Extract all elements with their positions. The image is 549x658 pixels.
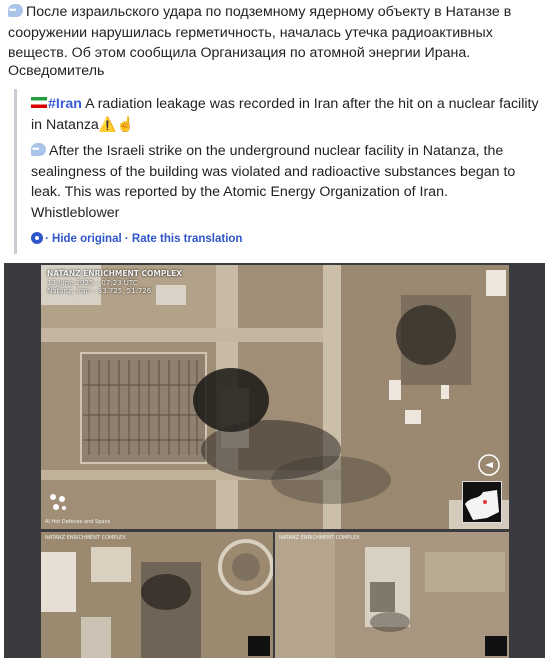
speech-bubble-icon xyxy=(8,0,23,21)
image-caption: NATANZ ENRICHMENT COMPLEX 13 June 2025 –… xyxy=(47,269,183,296)
attached-photo[interactable]: NATANZ ENRICHMENT COMPLEX 13 June 2025 –… xyxy=(4,263,545,658)
publisher-logo-text: AI Hot Defense and Space xyxy=(45,519,111,525)
satellite-sub-image-right: NATANZ ENRICHMENT COMPLEX xyxy=(275,532,509,658)
iran-flag-icon xyxy=(31,97,47,108)
satellite-scene xyxy=(41,265,509,529)
warning-emoji-icon: ⚠️☝️ xyxy=(98,116,135,133)
satellite-sub-scene-left xyxy=(41,532,273,658)
translation-block: #Iran A radiation leakage was recorded i… xyxy=(14,89,544,254)
speech-bubble-icon xyxy=(31,139,46,160)
image-date: 13 June 2025 – 07:23 UTC xyxy=(47,278,138,287)
satellite-sub-scene-right xyxy=(275,532,509,658)
image-title: NATANZ ENRICHMENT COMPLEX xyxy=(47,269,183,278)
link-separator: · xyxy=(121,233,132,245)
sub-right-caption: NATANZ ENRICHMENT COMPLEX xyxy=(279,535,360,541)
post: После израильского удара по подземному я… xyxy=(0,0,549,658)
hide-original-link[interactable]: · Hide original xyxy=(45,233,122,245)
satellite-main-image: NATANZ ENRICHMENT COMPLEX 13 June 2025 –… xyxy=(41,265,509,529)
publisher-logo-icon xyxy=(50,494,66,510)
translation-actions: · Hide original · Rate this translation xyxy=(31,232,242,245)
original-post-text: После израильского удара по подземному я… xyxy=(8,0,540,64)
translation-paragraph: After the Israeli strike on the undergro… xyxy=(31,139,541,203)
locator-map-icon xyxy=(463,482,501,522)
translation-signature: Whistleblower xyxy=(31,205,120,221)
sub-left-caption: NATANZ ENRICHMENT COMPLEX xyxy=(45,535,126,541)
hashtag-link[interactable]: #Iran xyxy=(48,96,82,112)
translate-settings-icon[interactable] xyxy=(31,232,43,244)
image-coords: Natanz, Iran – 33.725, 51.726 xyxy=(47,287,152,295)
post-signature: Осведомитель xyxy=(8,63,105,79)
satellite-sub-image-left: NATANZ ENRICHMENT COMPLEX xyxy=(41,532,273,658)
locator-inset xyxy=(462,481,502,523)
paragraph-text: After the Israeli strike on the undergro… xyxy=(31,143,516,200)
original-text: После израильского удара по подземному я… xyxy=(8,4,512,61)
rate-translation-link[interactable]: Rate this translation xyxy=(132,233,243,245)
translation-headline: #Iran A radiation leakage was recorded i… xyxy=(31,94,541,135)
